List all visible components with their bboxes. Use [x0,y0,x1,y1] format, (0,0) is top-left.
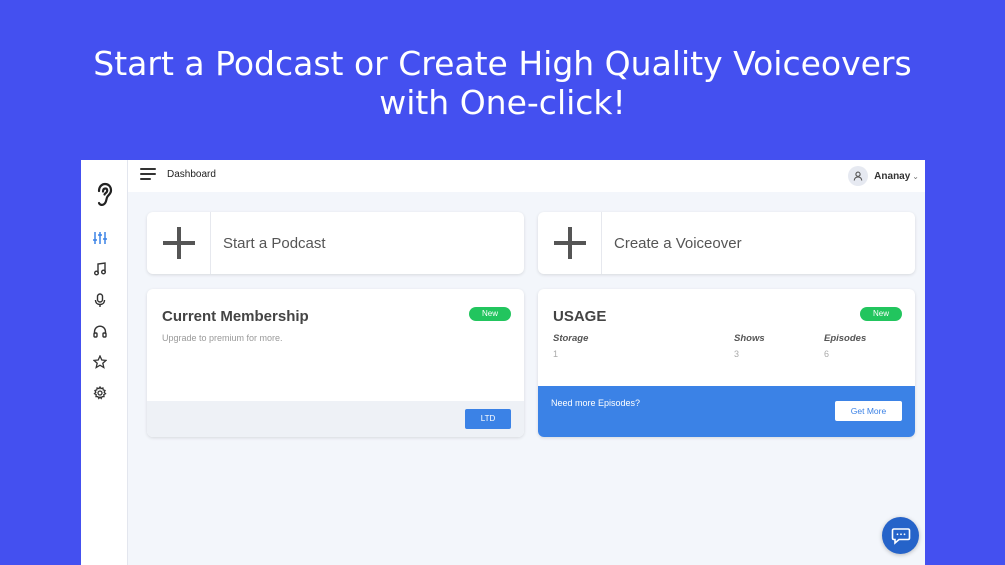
promo-text: Need more Episodes? [551,398,641,408]
headphones-icon [93,324,107,338]
usage-title: USAGE [553,308,607,325]
page-headline: Start a Podcast or Create High Quality V… [0,44,1005,122]
chat-button[interactable] [882,517,919,554]
sidebar-item-favorites[interactable] [91,353,109,371]
usage-value: 3 [734,349,740,359]
sidebar-item-dashboard[interactable] [91,229,109,247]
menu-icon[interactable] [140,168,156,182]
breadcrumb: Dashboard [167,169,216,180]
upgrade-promo: Need more Episodes? Get More [538,386,915,437]
user-menu[interactable]: Ananay ⌄ [848,165,919,187]
headline-line-1: Start a Podcast or Create High Quality V… [93,44,912,83]
usage-value: 6 [824,349,830,359]
usage-label: Episodes [824,333,867,344]
get-more-button[interactable]: Get More [835,401,902,421]
user-name: Ananay [874,170,911,182]
usage-label: Shows [734,333,765,344]
start-podcast-label: Start a Podcast [223,234,326,252]
usage-storage: Storage 1 [553,333,588,359]
plus-icon [147,212,211,274]
sidebar [81,160,128,565]
membership-card: Current Membership Upgrade to premium fo… [147,289,524,437]
usage-shows: Shows 3 [734,333,765,359]
usage-value: 1 [553,349,559,359]
plus-icon [538,212,602,274]
start-podcast-card[interactable]: Start a Podcast [147,212,524,274]
status-badge: New [469,307,511,321]
avatar [848,166,869,186]
sidebar-item-music[interactable] [91,260,109,278]
ear-logo-icon[interactable] [92,182,116,208]
sidebar-item-settings[interactable] [91,384,109,402]
membership-subtitle: Upgrade to premium for more. [162,333,283,343]
sidebar-item-microphone[interactable] [91,291,109,309]
sidebar-item-headphones[interactable] [91,322,109,340]
top-bar: Dashboard Ananay ⌄ [128,160,925,192]
usage-card: USAGE New Storage 1 Shows 3 Episodes 6 N… [538,289,915,437]
microphone-icon [94,292,106,307]
gear-icon [93,386,107,400]
membership-footer: LTD [147,401,524,437]
user-icon [853,171,863,181]
membership-title: Current Membership [162,308,309,325]
app-window: Dashboard Ananay ⌄ Start a Podcast Creat… [81,160,925,565]
sliders-icon [93,232,107,244]
create-voiceover-card[interactable]: Create a Voiceover [538,212,915,274]
usage-label: Storage [553,333,589,344]
create-voiceover-label: Create a Voiceover [614,234,742,252]
music-note-icon [94,262,106,276]
headline-line-2: with One-click! [379,83,626,122]
star-icon [93,355,107,369]
usage-episodes: Episodes 6 [824,333,866,359]
ltd-button[interactable]: LTD [465,409,511,429]
status-badge: New [860,307,902,321]
chat-bubble-icon [891,527,910,545]
chevron-down-icon: ⌄ [912,171,919,181]
